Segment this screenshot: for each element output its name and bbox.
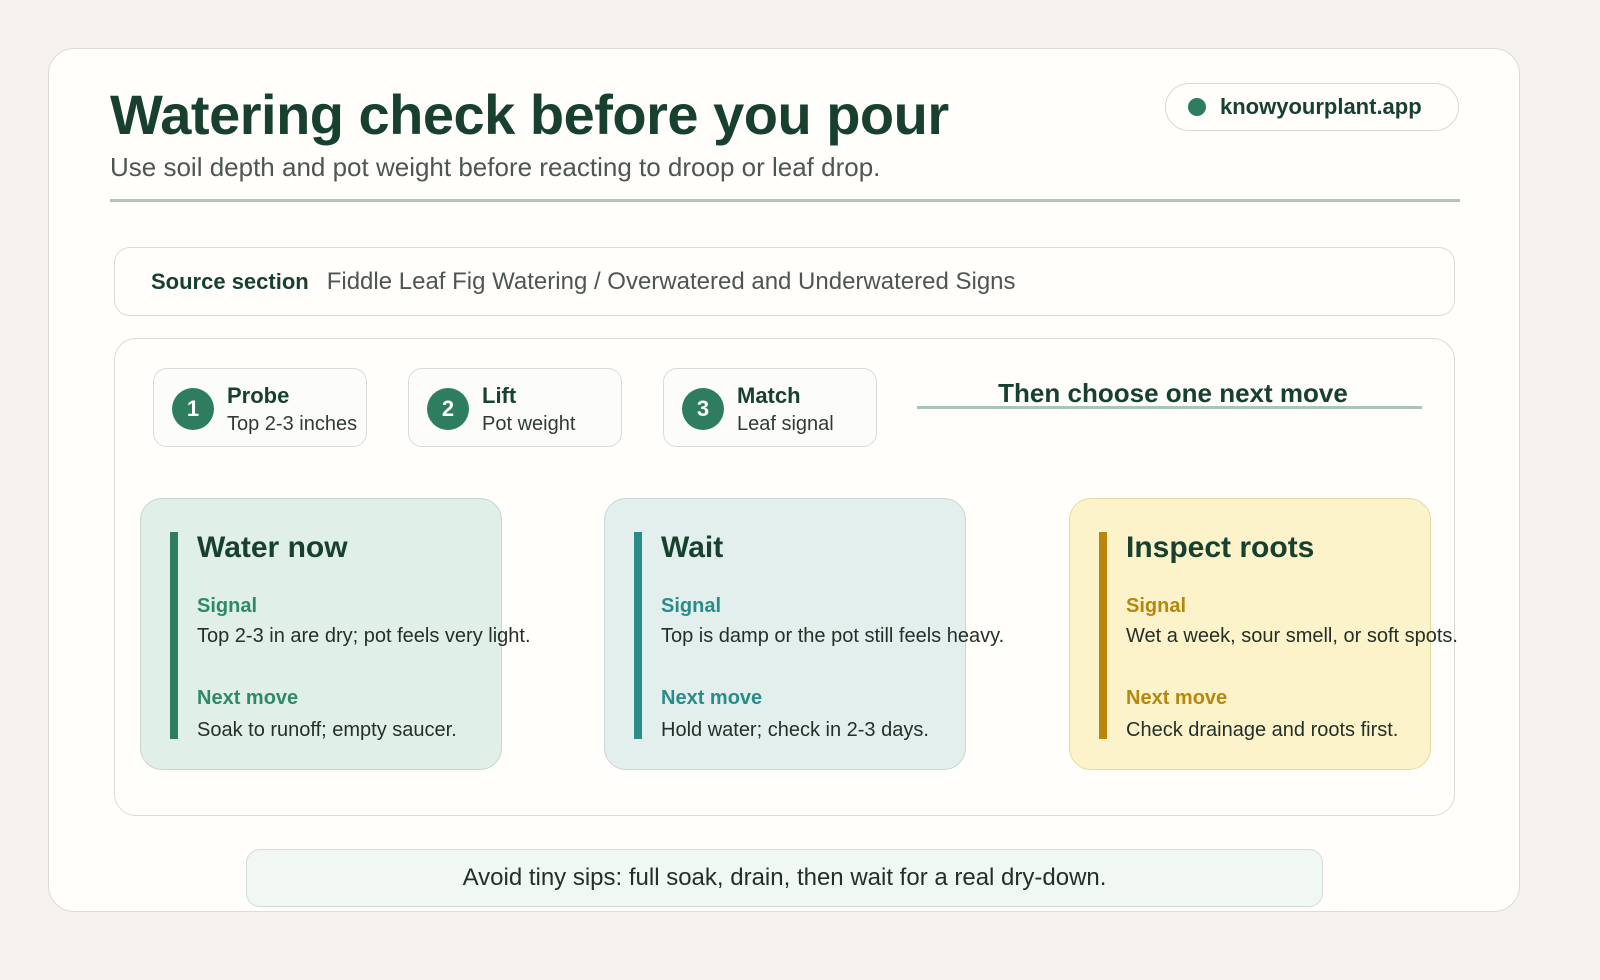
step-title: Match (737, 383, 801, 408)
option-wait: Wait Signal Top is damp or the pot still… (604, 498, 1004, 770)
tip-banner: Avoid tiny sips: full soak, drain, then … (246, 849, 1323, 907)
next-move-label: Next move (197, 687, 299, 709)
signal-label: Signal (197, 595, 258, 617)
source-label: Source section (151, 268, 309, 294)
next-move-label: Next move (661, 687, 763, 709)
page-subtitle: Use soil depth and pot weight before rea… (110, 152, 881, 182)
option-inspect-roots: Inspect roots Signal Wet a week, sour sm… (1069, 498, 1458, 770)
signal-text: Top 2-3 in are dry; pot feels very light… (197, 625, 531, 647)
signal-text: Wet a week, sour smell, or soft spots. (1126, 625, 1458, 647)
step-number-badge: 2 (427, 388, 469, 430)
next-move-text: Soak to runoff; empty saucer. (197, 719, 457, 741)
source-section: Source section Fiddle Leaf Fig Watering … (114, 247, 1455, 316)
page-title: Watering check before you pour (110, 83, 949, 146)
next-move-heading: Then choose one next move (998, 378, 1348, 408)
accent-bar (170, 532, 178, 739)
option-title: Water now (197, 531, 348, 564)
step-title: Probe (227, 383, 290, 408)
accent-bar (1099, 532, 1107, 739)
site-dot-icon (1188, 98, 1206, 116)
signal-label: Signal (1126, 595, 1187, 617)
step-description: Leaf signal (737, 413, 834, 435)
signal-label: Signal (661, 595, 722, 617)
next-move-text: Hold water; check in 2-3 days. (661, 719, 929, 741)
step-description: Top 2-3 inches (227, 413, 358, 435)
step-probe: 1 Probe Top 2-3 inches (153, 368, 367, 447)
step-description: Pot weight (482, 413, 576, 435)
step-title: Lift (482, 383, 517, 408)
next-move-label: Next move (1126, 687, 1228, 709)
next-move-text: Check drainage and roots first. (1126, 719, 1399, 741)
step-number-badge: 1 (172, 388, 214, 430)
option-title: Inspect roots (1126, 531, 1315, 564)
step-match: 3 Match Leaf signal (663, 368, 877, 447)
step-number-badge: 3 (682, 388, 724, 430)
accent-bar (634, 532, 642, 739)
site-badge[interactable]: knowyourplant.app (1165, 83, 1459, 131)
signal-text: Top is damp or the pot still feels heavy… (661, 625, 1005, 647)
option-title: Wait (661, 531, 724, 564)
option-water-now: Water now Signal Top 2-3 in are dry; pot… (140, 498, 531, 770)
source-value: Fiddle Leaf Fig Watering / Overwatered a… (326, 267, 1016, 295)
header-divider (110, 199, 1460, 202)
step-lift: 2 Lift Pot weight (408, 368, 622, 447)
site-name: knowyourplant.app (1220, 94, 1422, 119)
